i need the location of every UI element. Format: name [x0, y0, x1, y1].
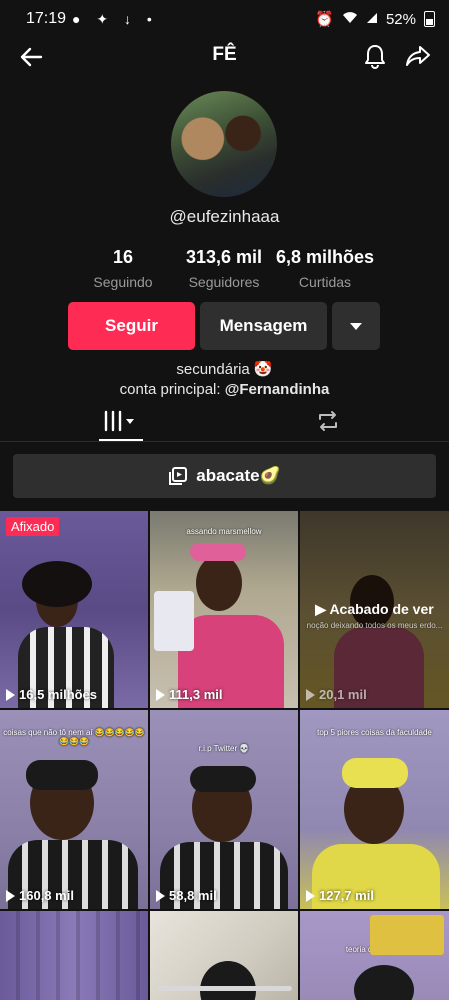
avatar[interactable] [171, 91, 277, 197]
more-suggestions-button[interactable] [332, 302, 380, 350]
chevron-down-icon [350, 322, 362, 330]
signal-icon [366, 11, 378, 28]
share-icon[interactable] [402, 40, 434, 72]
video-tile[interactable]: top 5 piores coisas da faculdade 127,7 m… [300, 710, 449, 909]
play-icon [306, 688, 315, 701]
video-caption: assando marsmellow [186, 527, 262, 536]
tab-active-indicator [99, 439, 143, 441]
wifi-icon [342, 11, 358, 28]
following-count: 16 [112, 247, 134, 267]
playlist-icon [169, 467, 188, 485]
following-label: Seguindo [93, 274, 153, 290]
video-tile[interactable]: r.i.p Twitter 💀 58,8 mil [150, 710, 298, 909]
view-count: 20,1 mil [306, 687, 367, 702]
username: @eufezinhaaa [169, 207, 280, 226]
stat-followers[interactable]: 313,6 mil Seguidores [176, 247, 272, 290]
tab-reposts[interactable] [306, 406, 350, 436]
bio-prefix: conta principal: [119, 381, 225, 398]
battery-icon [424, 11, 435, 27]
video-tile[interactable] [0, 911, 148, 1000]
view-count: 160,8 mil [6, 888, 74, 903]
bucket-hat-shape [342, 758, 408, 788]
tabs-divider [0, 441, 449, 442]
video-caption: noção deixando todos os meus erdo... [306, 621, 443, 630]
video-caption: top 5 piores coisas da faculdade [317, 728, 432, 737]
person-figure [200, 961, 256, 1000]
stat-following[interactable]: 16 Seguindo [82, 247, 164, 290]
bio-handle-link[interactable]: @Fernandinha [225, 381, 330, 398]
view-count: 111,3 mil [156, 687, 223, 702]
video-caption: coisas que não tô nem aí 😂😂😂😂😂😂😂😂 [3, 728, 145, 746]
video-tile[interactable]: assando marsmellow 111,3 mil [150, 511, 298, 708]
hat-shape [190, 543, 246, 561]
video-caption: r.i.p Twitter 💀 [198, 744, 250, 753]
notification-icons: ● ✦ ↓ • [72, 11, 158, 27]
grid-icon [104, 410, 134, 432]
bio-line-2: conta principal: @Fernandinha [0, 381, 449, 398]
video-tile[interactable]: ▶ Acabado de ver noção deixando todos os… [300, 511, 449, 708]
follow-button[interactable]: Seguir [68, 302, 195, 350]
person-figure [196, 555, 242, 611]
view-count: 58,8 mil [156, 888, 217, 903]
play-icon [6, 889, 15, 902]
play-icon [306, 889, 315, 902]
message-button[interactable]: Mensagem [200, 302, 327, 350]
video-tile[interactable]: teoria de agosto [300, 911, 449, 1000]
view-count: 16,5 milhões [6, 687, 97, 702]
likes-label: Curtidas [298, 274, 352, 290]
followers-count: 313,6 mil [185, 247, 263, 267]
shelf-shape [370, 915, 444, 955]
play-icon [156, 889, 165, 902]
pinned-badge: Afixado [6, 517, 60, 536]
view-count: 127,7 mil [306, 888, 374, 903]
likes-count: 6,8 milhões [275, 247, 375, 267]
watched-label: ▶ Acabado de ver [315, 601, 434, 617]
video-tile[interactable]: coisas que não tô nem aí 😂😂😂😂😂😂😂😂 160,8 … [0, 710, 148, 909]
bio-line-1: secundária 🤡 [176, 361, 273, 378]
status-time: 17:19 [26, 10, 67, 27]
bandana-shape [190, 766, 256, 792]
tab-videos[interactable] [99, 406, 143, 436]
person-figure [354, 965, 414, 1000]
hair-shape [22, 561, 92, 607]
status-right: ⏰ 52% [315, 10, 435, 28]
play-icon [156, 688, 165, 701]
playlist-label: abacate🥑 [196, 466, 281, 485]
play-icon [6, 688, 15, 701]
video-tile[interactable]: Afixado 16,5 milhões [0, 511, 148, 708]
bandana-shape [26, 760, 98, 790]
stat-likes: 6,8 milhões Curtidas [272, 247, 378, 290]
marshmallow-bag [154, 591, 194, 651]
home-indicator[interactable] [157, 986, 292, 991]
followers-label: Seguidores [188, 274, 260, 290]
alarm-icon: ⏰ [315, 11, 334, 28]
status-bar: 17:19 ● ✦ ↓ • ⏰ 52% [0, 0, 449, 38]
battery-percent: 52% [385, 10, 416, 28]
repost-icon [319, 411, 337, 431]
playlist-abacate[interactable]: abacate🥑 [13, 454, 436, 498]
bell-icon[interactable] [360, 40, 390, 72]
curtain-shape [0, 911, 148, 1000]
